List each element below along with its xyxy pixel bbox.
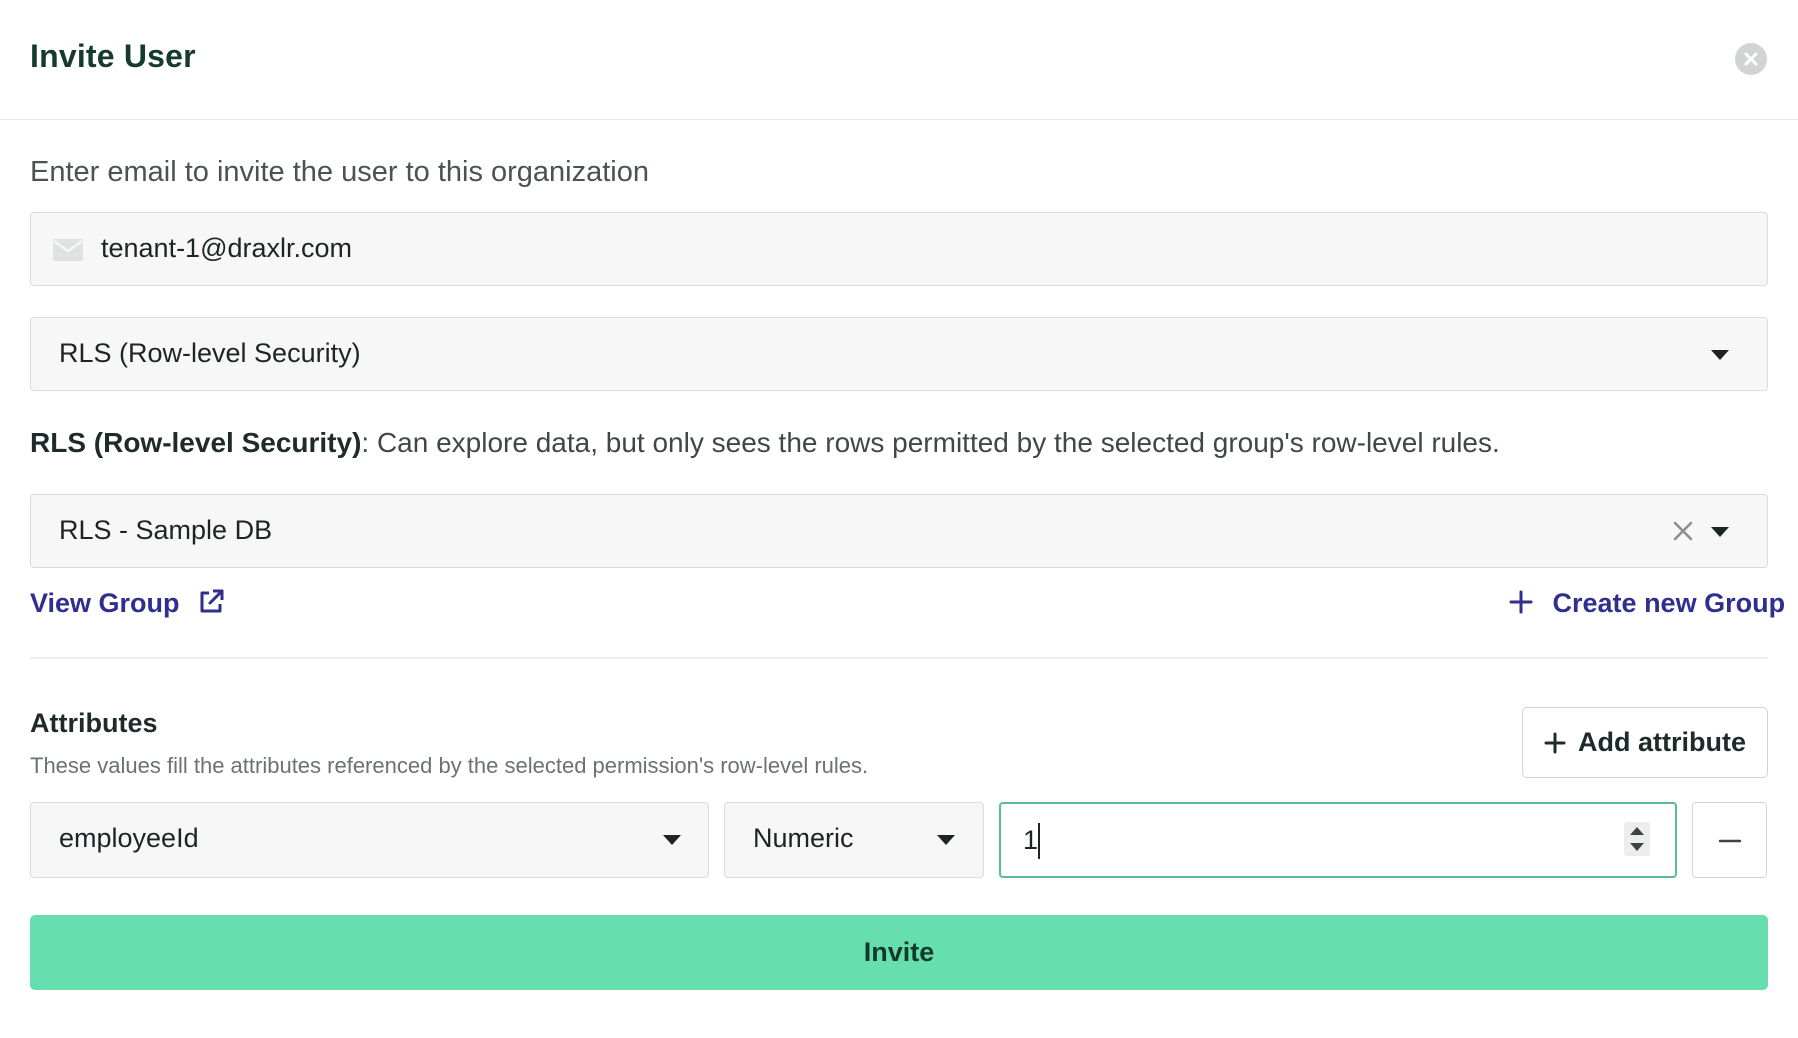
attribute-name-select[interactable]: employeeId xyxy=(30,802,709,878)
minus-icon xyxy=(1719,839,1741,843)
email-value: tenant-1@draxlr.com xyxy=(101,233,353,263)
external-link-icon xyxy=(200,589,224,613)
invite-instructions: Enter email to invite the user to this o… xyxy=(30,156,649,188)
add-attribute-button[interactable]: Add attribute xyxy=(1522,707,1768,778)
stepper-up-icon[interactable] xyxy=(1630,827,1644,835)
email-field[interactable]: tenant-1@draxlr.com xyxy=(30,212,1768,286)
add-attribute-label: Add attribute xyxy=(1578,727,1746,757)
chevron-down-icon[interactable] xyxy=(937,835,955,845)
mail-icon xyxy=(53,239,83,261)
attribute-name-value: employeeId xyxy=(59,823,199,853)
plus-icon xyxy=(1509,590,1533,614)
remove-attribute-button[interactable] xyxy=(1692,802,1767,878)
create-group-label: Create new Group xyxy=(1552,588,1786,618)
attribute-type-select[interactable]: Numeric xyxy=(724,802,984,878)
attributes-help-text: These values fill the attributes referen… xyxy=(30,753,869,778)
close-icon xyxy=(1744,52,1758,66)
dialog-title: Invite User xyxy=(30,38,196,74)
role-description-text: : Can explore data, but only sees the ro… xyxy=(361,427,1500,458)
stepper-down-icon[interactable] xyxy=(1630,843,1644,851)
section-divider xyxy=(30,657,1768,659)
invite-button[interactable]: Invite xyxy=(30,915,1768,990)
attributes-heading: Attributes xyxy=(30,708,158,738)
create-group-link[interactable]: Create new Group xyxy=(1509,588,1785,619)
number-stepper[interactable] xyxy=(1624,822,1650,856)
attribute-value-text: 1 xyxy=(1023,825,1039,855)
attribute-value-input[interactable]: 1 xyxy=(999,802,1677,878)
close-button[interactable] xyxy=(1735,43,1767,75)
group-select-value: RLS - Sample DB xyxy=(59,515,273,545)
attribute-type-value: Numeric xyxy=(753,823,854,853)
chevron-down-icon[interactable] xyxy=(663,835,681,845)
role-select[interactable]: RLS (Row-level Security) xyxy=(30,317,1768,391)
text-cursor xyxy=(1038,823,1040,859)
invite-user-dialog: Invite User Enter email to invite the us… xyxy=(0,0,1798,1038)
role-description: RLS (Row-level Security): Can explore da… xyxy=(30,427,1500,459)
plus-icon xyxy=(1544,732,1566,754)
view-group-label: View Group xyxy=(30,588,180,618)
group-select[interactable]: RLS - Sample DB xyxy=(30,494,1768,568)
chevron-down-icon[interactable] xyxy=(1711,527,1729,537)
clear-icon[interactable] xyxy=(1671,519,1695,543)
dialog-header: Invite User xyxy=(0,0,1798,120)
role-select-value: RLS (Row-level Security) xyxy=(59,338,361,368)
chevron-down-icon[interactable] xyxy=(1711,350,1729,360)
view-group-link[interactable]: View Group xyxy=(30,588,225,619)
role-description-name: RLS (Row-level Security) xyxy=(30,427,362,458)
